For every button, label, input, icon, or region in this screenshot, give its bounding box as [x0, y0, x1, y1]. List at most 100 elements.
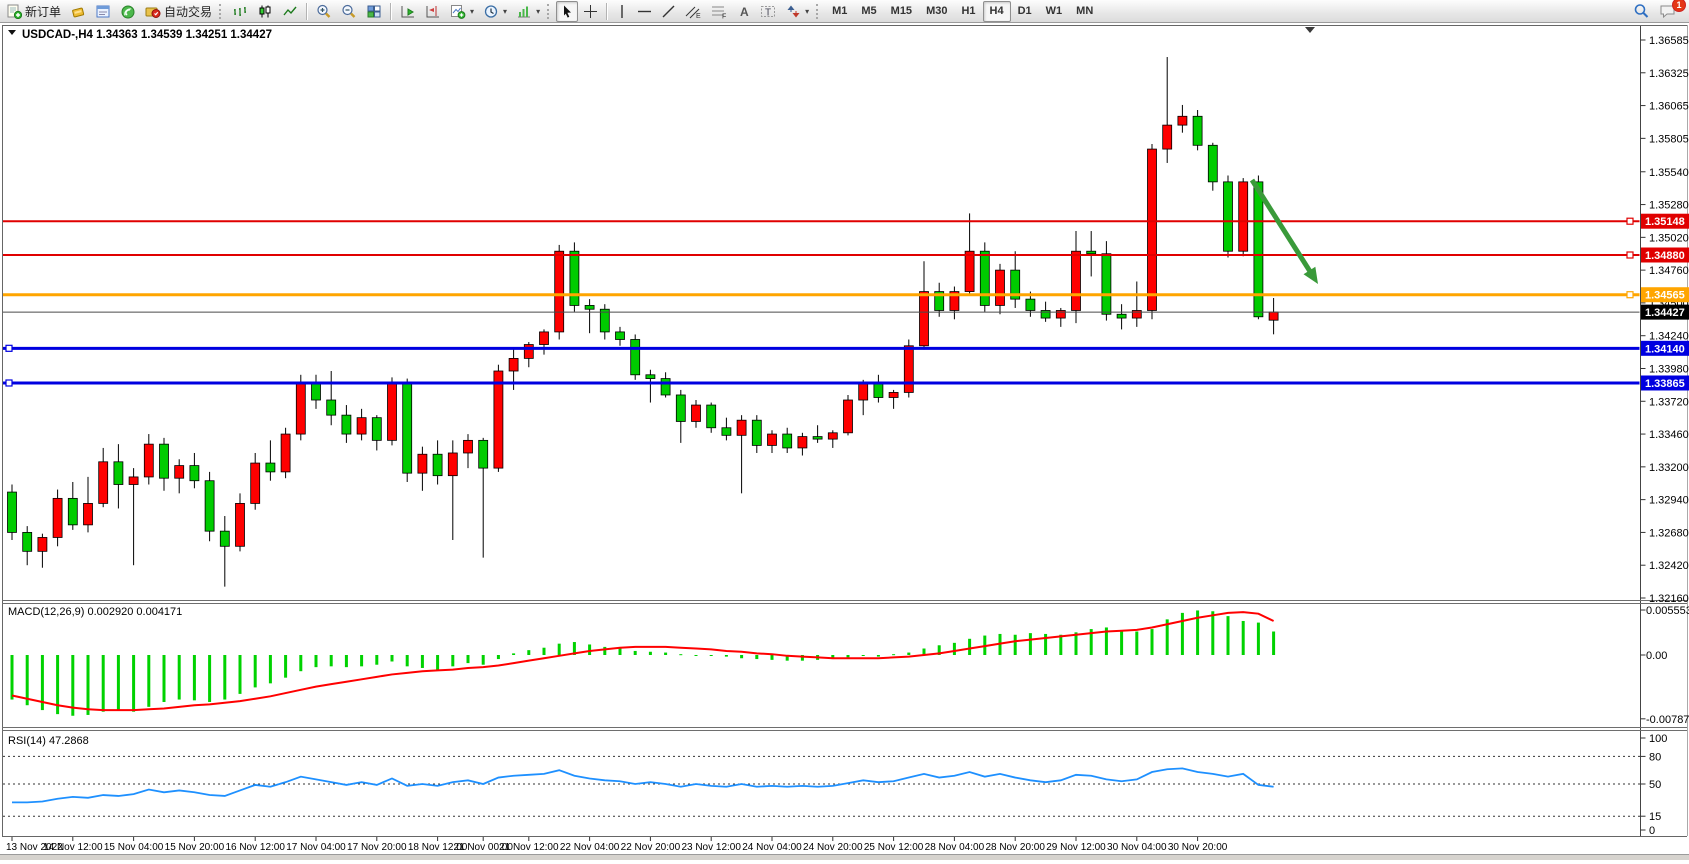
candlestick [266, 463, 275, 472]
tile-windows-icon [366, 4, 382, 19]
text-tool[interactable]: A [733, 1, 755, 22]
horizontal-line-tool[interactable] [633, 1, 656, 22]
timeframe-label: W1 [1042, 5, 1067, 17]
periods-button[interactable]: ▾ [479, 1, 511, 22]
candlestick [190, 466, 199, 481]
candlestick [220, 531, 229, 546]
timeframe-MN[interactable]: MN [1069, 1, 1100, 22]
timeframe-H1[interactable]: H1 [954, 1, 982, 22]
timeframe-M30[interactable]: M30 [919, 1, 954, 22]
text-label-tool[interactable]: T [756, 1, 781, 22]
candlestick [692, 405, 701, 421]
hline-handle[interactable] [6, 380, 12, 386]
notifications-button[interactable]: 1 [1655, 1, 1681, 22]
hline-handle[interactable] [1627, 292, 1633, 298]
date-label: 28 Nov 20:00 [985, 842, 1045, 853]
tile-windows-button[interactable] [362, 1, 386, 22]
timeframe-M5[interactable]: M5 [854, 1, 883, 22]
channel-tool[interactable]: E [681, 1, 706, 22]
equidistant-channel-icon: E [685, 4, 702, 19]
macd-histogram-bar [1181, 613, 1184, 655]
auto-trading-button[interactable]: 自动交易 [141, 1, 216, 22]
new-order-button[interactable]: 新订单 [3, 1, 65, 22]
candlestick [8, 492, 17, 532]
price-tick-label: 1.34760 [1649, 265, 1689, 277]
hline-handle[interactable] [6, 345, 12, 351]
candlestick [540, 332, 549, 345]
candlestick [479, 440, 488, 468]
rsi-tick-label: 0 [1649, 825, 1655, 837]
candlestick [1178, 116, 1187, 125]
chart-shift-icon [425, 4, 441, 19]
toolbar-grip [219, 4, 223, 19]
candlestick [646, 375, 655, 379]
arrows-icon [786, 4, 801, 19]
auto-scroll-button[interactable] [396, 1, 420, 22]
macd-histogram-bar [1059, 635, 1062, 655]
timeframe-H4[interactable]: H4 [983, 1, 1011, 22]
timeframe-W1[interactable]: W1 [1039, 1, 1070, 22]
market-watch-icon [70, 4, 86, 19]
macd-histogram-bar [1135, 632, 1138, 655]
zoom-in-button[interactable] [312, 1, 336, 22]
chevron-down-icon: ▾ [805, 7, 809, 16]
line-chart-button[interactable] [278, 1, 302, 22]
auto-trading-label: 自动交易 [164, 3, 212, 20]
timeframe-M1[interactable]: M1 [825, 1, 854, 22]
candlestick [996, 270, 1005, 305]
candle-chart-button[interactable] [253, 1, 277, 22]
price-tick-label: 1.35020 [1649, 232, 1689, 244]
search-button[interactable] [1629, 1, 1654, 22]
hline-handle[interactable] [1627, 252, 1633, 258]
date-label: 25 Nov 12:00 [864, 842, 924, 853]
data-window-button[interactable] [91, 1, 115, 22]
arrows-tool[interactable]: ▾ [782, 1, 813, 22]
macd-histogram-bar [11, 655, 14, 700]
hline-handle[interactable] [1627, 218, 1633, 224]
macd-histogram-bar [1257, 623, 1260, 655]
date-label: 22 Nov 20:00 [621, 842, 681, 853]
bar-chart-icon [232, 4, 248, 19]
trendline-tool[interactable] [657, 1, 680, 22]
chart-shift-button[interactable] [421, 1, 445, 22]
signals-button[interactable] [116, 1, 140, 22]
fibonacci-tool[interactable]: F [707, 1, 732, 22]
data-window-icon [95, 4, 111, 19]
cursor-tool-button[interactable] [556, 1, 578, 22]
candlestick [160, 444, 169, 478]
macd-histogram-bar [512, 653, 515, 655]
macd-histogram-bar [664, 653, 667, 655]
macd-histogram-bar [527, 650, 530, 655]
zoom-out-button[interactable] [337, 1, 361, 22]
timeframe-M15[interactable]: M15 [884, 1, 919, 22]
crosshair-tool-button[interactable] [579, 1, 602, 22]
bar-chart-button[interactable] [228, 1, 252, 22]
vertical-line-tool[interactable] [612, 1, 632, 22]
candlestick [722, 428, 731, 436]
search-icon [1633, 3, 1650, 19]
timeframe-D1[interactable]: D1 [1011, 1, 1039, 22]
candlestick [1254, 182, 1263, 317]
candlestick [1072, 251, 1081, 310]
macd-histogram-bar [330, 655, 333, 666]
candlestick [707, 405, 716, 428]
macd-histogram-bar [299, 655, 302, 671]
price-chart[interactable]: 1.365851.363251.360651.358051.355401.352… [0, 0, 1689, 859]
macd-histogram-bar [269, 655, 272, 683]
new-chart-button[interactable]: ▾ [446, 1, 478, 22]
candlestick [205, 481, 214, 531]
candlestick [585, 305, 594, 309]
text-label-icon: T [760, 4, 777, 19]
macd-histogram-bar [451, 655, 454, 666]
timeframe-label: H1 [957, 5, 979, 17]
new-chart-icon [450, 4, 466, 19]
market-watch-button[interactable] [66, 1, 90, 22]
new-order-icon [7, 4, 22, 19]
hline-badge-label: 1.34565 [1645, 290, 1685, 302]
candlestick [357, 418, 366, 434]
candlestick [904, 346, 913, 393]
timeframe-group: M1M5M15M30H1 H4D1W1MN [825, 1, 1100, 22]
signals-icon [120, 4, 136, 19]
indicators-button[interactable]: ▾ [512, 1, 544, 22]
indicators-icon [516, 4, 532, 19]
